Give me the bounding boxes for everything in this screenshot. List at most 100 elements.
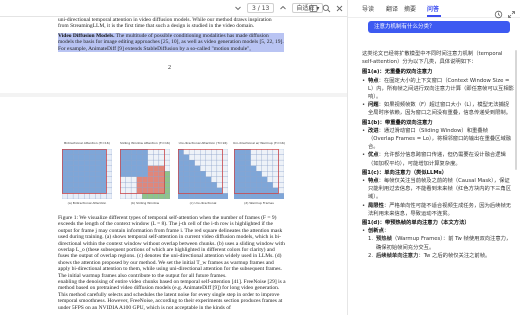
attention-cell bbox=[272, 154, 279, 161]
close-icon[interactable] bbox=[334, 3, 344, 13]
attention-cell bbox=[125, 193, 132, 200]
attention-cell bbox=[216, 171, 223, 177]
attention-cell bbox=[164, 165, 171, 172]
chevron-down-icon[interactable] bbox=[233, 3, 243, 13]
tab-guide[interactable]: 导读 bbox=[362, 4, 374, 13]
highlighted-paragraph[interactable]: Video Diffusion Models. The multitude of… bbox=[58, 32, 284, 53]
attention-cell bbox=[183, 182, 190, 189]
attention-cell bbox=[119, 154, 126, 161]
attention-cell bbox=[142, 165, 148, 172]
attention-cell bbox=[222, 165, 229, 172]
attention-cell bbox=[147, 176, 154, 183]
sidebar-icon[interactable] bbox=[308, 3, 318, 13]
attention-cell bbox=[222, 159, 229, 166]
attention-cell bbox=[100, 165, 107, 172]
attention-cell bbox=[272, 193, 279, 200]
attention-cell bbox=[194, 171, 201, 177]
sub-list-item: 1. 预热帧（Warmup Frames）：前 Tw 帧使用双向注意力，确保初始帧… bbox=[362, 235, 514, 251]
attention-grid-panel bbox=[119, 148, 171, 200]
panel-header: 导读 翻译 问答 摘要 bbox=[348, 0, 520, 19]
attention-cell bbox=[233, 154, 240, 161]
attention-cell bbox=[177, 159, 184, 166]
attention-cell bbox=[272, 165, 279, 172]
attention-cell bbox=[67, 176, 74, 183]
page-separator: / bbox=[257, 5, 260, 12]
bullet-text: 在固定大小的上下文窗口（Context Window Size = L）内，所有… bbox=[368, 77, 514, 101]
history-icon[interactable] bbox=[494, 4, 503, 19]
panel-scrollbar[interactable] bbox=[515, 50, 517, 170]
attention-cell bbox=[153, 193, 160, 200]
attention-cell bbox=[100, 187, 107, 194]
attention-cell bbox=[89, 171, 96, 177]
attention-cell bbox=[67, 182, 74, 189]
chevron-up-icon[interactable] bbox=[278, 3, 288, 13]
attention-cell bbox=[239, 148, 246, 155]
attention-cell bbox=[261, 148, 268, 155]
attention-cell bbox=[278, 187, 285, 194]
attention-cell bbox=[222, 187, 229, 194]
attention-cell bbox=[136, 154, 143, 161]
attention-cell bbox=[95, 193, 102, 200]
attention-cell bbox=[216, 159, 223, 166]
attention-cell bbox=[200, 176, 206, 183]
attention-cell bbox=[84, 187, 90, 194]
search-icon[interactable] bbox=[321, 3, 331, 13]
attention-cell bbox=[125, 148, 132, 155]
attention-cell bbox=[67, 187, 74, 194]
attention-cell bbox=[188, 148, 195, 155]
attention-cell bbox=[183, 193, 190, 200]
tab-qa[interactable]: 问答 bbox=[427, 4, 439, 13]
attention-cell bbox=[67, 193, 74, 200]
attention-cell bbox=[244, 171, 251, 177]
attention-cell bbox=[158, 187, 165, 194]
attention-cell bbox=[267, 171, 274, 177]
attention-cell bbox=[72, 165, 79, 172]
bullet-label: 局限性 bbox=[368, 202, 384, 209]
attention-cell bbox=[216, 154, 223, 161]
attention-grid-a bbox=[61, 148, 113, 200]
page-text: enabling the denoising of entire video c… bbox=[58, 279, 286, 311]
attention-cell bbox=[216, 165, 223, 172]
attention-cell bbox=[244, 176, 251, 183]
attention-cell bbox=[261, 171, 268, 177]
attention-cell bbox=[119, 182, 126, 189]
attention-cell bbox=[272, 187, 279, 194]
attention-cell bbox=[211, 154, 218, 161]
attention-cell bbox=[194, 148, 201, 155]
attention-cell bbox=[125, 154, 132, 161]
tab-summary[interactable]: 摘要 bbox=[404, 4, 416, 13]
attention-cell bbox=[267, 159, 274, 166]
user-question-bubble: 注意力机制有什么分类？ bbox=[368, 21, 510, 33]
attention-cell bbox=[125, 182, 132, 189]
attention-cell bbox=[200, 159, 206, 166]
attention-cell bbox=[188, 176, 195, 183]
expand-icon[interactable] bbox=[507, 4, 516, 18]
attention-cell bbox=[261, 154, 268, 161]
attention-cell bbox=[100, 148, 107, 155]
attention-cell bbox=[267, 193, 274, 200]
attention-cell bbox=[200, 154, 206, 161]
attention-cell bbox=[72, 154, 79, 161]
attention-cell bbox=[125, 159, 132, 166]
attention-cell bbox=[244, 187, 251, 194]
attention-cell bbox=[200, 148, 206, 155]
attention-cell bbox=[78, 193, 85, 200]
page-indicator[interactable]: 3 / 13 bbox=[247, 3, 275, 13]
attention-cell bbox=[256, 182, 262, 189]
grid-title: Uni-directional w/ Warmup (Ti=16) bbox=[233, 141, 285, 145]
attention-cell bbox=[67, 154, 74, 161]
attention-cell bbox=[200, 187, 206, 194]
grid-title: Sliding Window Attention (Ti=16) bbox=[120, 141, 170, 145]
attention-cell bbox=[142, 171, 148, 177]
attention-cell bbox=[216, 187, 223, 194]
attention-cell bbox=[136, 182, 143, 189]
attention-cell bbox=[100, 159, 107, 166]
attention-cell bbox=[136, 159, 143, 166]
attention-cell bbox=[130, 159, 137, 166]
attention-cell bbox=[250, 148, 257, 155]
attention-cell bbox=[72, 171, 79, 177]
attention-cell bbox=[125, 165, 132, 172]
tab-translate[interactable]: 翻译 bbox=[386, 4, 398, 13]
bullet-label: 创新点 bbox=[368, 228, 384, 235]
sub-list-item: 2. 后续帧单向注意力：Tw 之后的帧仅关注之前帧。 bbox=[362, 252, 514, 260]
